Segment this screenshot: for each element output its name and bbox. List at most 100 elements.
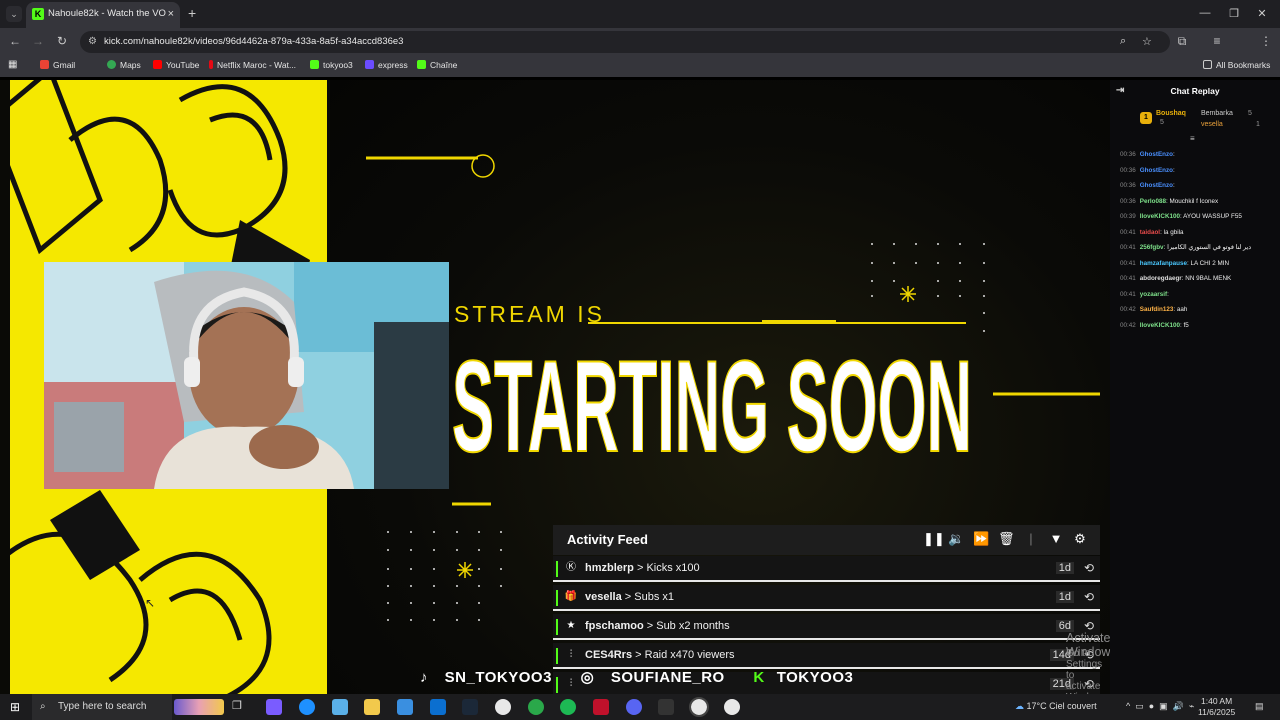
top-gifter-count: 5 (1160, 119, 1164, 126)
chat-header: ⇥ Chat Replay (1110, 80, 1280, 102)
extensions-icon[interactable]: ⧉ (1174, 34, 1190, 49)
bookmark-netflix[interactable]: Netflix Maroc - Wat... (209, 60, 296, 70)
bookmark-gmail[interactable]: Gmail (40, 60, 75, 70)
chat-message: 00:41 abdoregdaegr: NN 9BAL MENK (1120, 275, 1232, 282)
taskbar-clock[interactable]: 1:40 AM 11/6/2025 (1198, 696, 1235, 718)
top-gifters: 1 Boushaq 5 Bembarka 5 vesella 1 ≡ (1110, 106, 1280, 143)
game-app-icon[interactable] (593, 699, 609, 715)
chat-message: 00:41 yozaarsif: (1120, 290, 1169, 298)
raid-icon: ⫶ (569, 649, 573, 660)
trash-icon[interactable]: 🗑 (998, 531, 1015, 547)
chat-message: 00:36 GhostEnzo: (1120, 151, 1175, 158)
kick-icon: Ⓚ (566, 562, 576, 573)
chat-message: 00:42 Saufdin123: aah (1120, 306, 1188, 313)
reload-icon[interactable]: ↻ (54, 34, 70, 48)
edge-icon[interactable] (299, 699, 315, 715)
mail-icon[interactable] (430, 699, 446, 715)
kick-handle: K TOKYOO3 (753, 669, 854, 686)
notification-icon[interactable]: ▤ (1255, 701, 1264, 712)
gmail-icon (40, 60, 49, 69)
bookmark-express[interactable]: express (365, 60, 408, 70)
skip-icon[interactable]: ⏩ (973, 531, 989, 547)
steam-icon[interactable] (462, 699, 478, 715)
apps-grid-icon[interactable]: ▦ (8, 59, 17, 70)
url-text: kick.com/nahoule82k/videos/96d4462a-879a… (104, 36, 404, 47)
kick-favicon-icon: K (32, 8, 44, 20)
new-tab-icon[interactable]: + (188, 5, 196, 21)
star-icon: ★ (566, 620, 576, 631)
zoom-icon[interactable]: ⌕ (1120, 35, 1126, 48)
chat-title: Chat Replay (1170, 86, 1220, 96)
activate-windows-subtitle: Go to Settings to activate Windows. (1066, 648, 1109, 694)
browser-toolbar: ← → ↻ ⚙ kick.com/nahoule82k/videos/96d44… (0, 28, 1280, 76)
browser-tab-active[interactable]: K Nahoule82k - Watch the VO × (26, 2, 180, 28)
menu-kebab-icon[interactable]: ⋮ (1258, 34, 1274, 48)
volume-icon[interactable]: 🔉 (948, 531, 964, 547)
system-tray-icons[interactable]: ^ ▭ ● ▣ 🔊 ⌁ (1126, 701, 1194, 712)
forward-icon[interactable]: → (30, 34, 46, 48)
tab-close-icon[interactable]: × (168, 2, 174, 26)
capcut-icon[interactable] (658, 699, 674, 715)
bookmark-star-icon[interactable]: ☆ (1142, 35, 1152, 48)
cloud-icon: ☁ (1015, 701, 1027, 711)
tab-list-button[interactable]: ⌄ (6, 6, 22, 22)
minimize-icon[interactable]: — (1195, 7, 1215, 19)
webcam-feed (44, 262, 449, 489)
utorrent-icon[interactable] (528, 699, 544, 715)
expand-icon[interactable]: ≡ (1190, 134, 1195, 143)
video-player[interactable]: STREAM IS STARTING SOON Activity Feed ❚❚… (0, 80, 1110, 694)
bookmark-chaine[interactable]: Chaîne (417, 60, 457, 70)
bookmark-tokyoo3[interactable]: tokyoo3 (310, 60, 353, 70)
kick-icon: K (753, 669, 765, 686)
replay-icon[interactable]: ⟲ (1084, 590, 1094, 604)
collapse-chat-icon[interactable]: ⇥ (1116, 80, 1124, 102)
mouse-cursor-icon: ↖ (145, 596, 156, 610)
site-info-icon[interactable]: ⚙ (88, 36, 97, 47)
bookmark-maps[interactable]: Maps (107, 60, 141, 70)
chat-message: 00:41 hamzafanpause: LA CHI 2 MIN (1120, 259, 1230, 267)
address-bar[interactable]: ⚙ kick.com/nahoule82k/videos/96d4462a-87… (80, 31, 1170, 53)
bookmark-youtube[interactable]: YouTube (153, 60, 199, 70)
replay-icon[interactable]: ⟲ (1084, 561, 1094, 575)
discord-icon[interactable] (626, 699, 642, 715)
activity-row: ★ fpschamoo > Sub x2 months 6d ⟲ (553, 614, 1100, 640)
chat-message: 00:42 IloveKICK100: f5 (1120, 321, 1189, 329)
copilot-icon[interactable] (266, 699, 282, 715)
gifter-count: 1 (1256, 121, 1260, 128)
gifter-count: 5 (1248, 110, 1252, 117)
windows-start-icon[interactable]: ⊞ (10, 700, 20, 714)
back-icon[interactable]: ← (7, 34, 23, 48)
store-icon[interactable] (397, 699, 413, 715)
file-explorer-icon[interactable] (364, 699, 380, 715)
app-icon[interactable] (332, 699, 348, 715)
social-handles: ♪ SN_TOKYOO3 ◎ SOUFIANE_RO K TOKYOO3 (420, 668, 877, 686)
taskbar-search-box[interactable]: ⌕ Type here to search (32, 694, 172, 720)
weather-widget[interactable]: ☁ 17°C Ciel couvert (1015, 701, 1097, 712)
gifter-name: vesella (1201, 121, 1223, 128)
all-bookmarks[interactable]: All Bookmarks (1203, 60, 1270, 70)
taskbar-search-placeholder: Type here to search (58, 701, 147, 712)
activity-row: 🎁 vesella > Subs x1 1d ⟲ (553, 585, 1100, 611)
stream-is-text: STREAM IS (454, 301, 605, 327)
chat-message: 00:36 GhostEnzo: (1120, 166, 1175, 174)
filter-icon[interactable]: ▼ (1048, 531, 1064, 546)
windows-taskbar: ⊞ ⌕ Type here to search ❐ ☁ 17°C Ciel co… (0, 694, 1280, 720)
task-view-icon[interactable]: ❐ (232, 699, 248, 715)
folder-icon (1203, 60, 1212, 69)
tab-title: Nahoule82k - Watch the VO (48, 8, 166, 19)
search-highlight-image (174, 699, 224, 715)
streamer-webcam-image (44, 262, 449, 489)
browser-tab-bar: ⌄ K Nahoule82k - Watch the VO × + — ❐ ✕ (0, 0, 1280, 28)
chrome-icon[interactable] (495, 699, 511, 715)
spotify-icon[interactable] (560, 699, 576, 715)
chrome-active-icon[interactable] (689, 697, 709, 717)
chrome-profile-icon[interactable] (724, 699, 740, 715)
settings-gear-icon[interactable]: ⚙ (1072, 531, 1088, 547)
instagram-handle: ◎ SOUFIANE_RO (580, 669, 725, 686)
search-icon: ⌕ (40, 701, 46, 712)
pause-icon[interactable]: ❚❚ (923, 531, 945, 547)
close-window-icon[interactable]: ✕ (1252, 7, 1272, 20)
media-control-icon[interactable]: ≡ (1209, 34, 1225, 48)
activity-row: Ⓚ hmzblerp > Kicks x100 1d ⟲ (553, 556, 1100, 582)
restore-icon[interactable]: ❐ (1224, 7, 1244, 20)
